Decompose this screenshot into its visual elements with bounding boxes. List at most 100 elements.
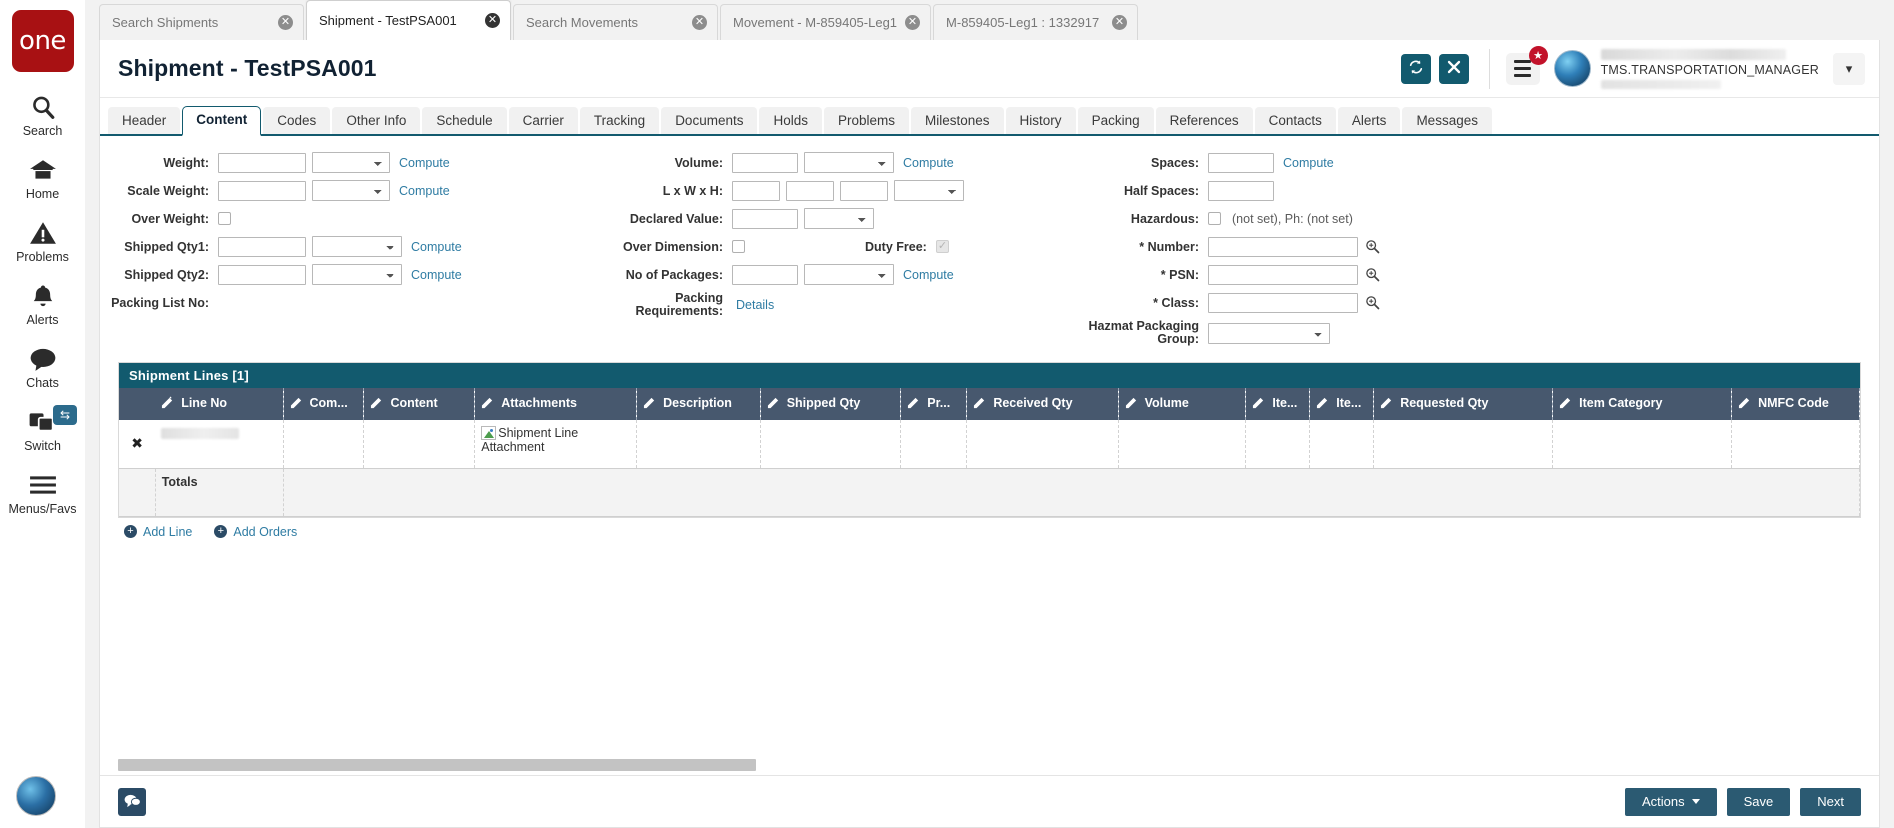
sidebar-item-chats[interactable]: Chats [0,344,85,390]
scale-weight-input[interactable] [218,180,306,201]
magnifier-icon[interactable] [1364,295,1380,311]
delete-x-icon[interactable]: ✖ [131,435,143,451]
next-button[interactable]: Next [1800,787,1861,816]
sidebar-item-home[interactable]: Home [0,155,85,201]
hazmat-number-input[interactable] [1208,236,1358,257]
tab-holds[interactable]: Holds [759,107,822,134]
volume-input[interactable] [732,152,798,173]
close-button[interactable] [1438,53,1469,84]
magnifier-icon[interactable] [1364,267,1380,283]
weight-uom-select[interactable] [312,152,390,173]
shipped-qty1-input[interactable] [218,236,306,257]
hazardous-checkbox[interactable] [1208,212,1221,225]
weight-compute-link[interactable]: Compute [399,156,450,170]
no-of-packages-uom-select[interactable] [804,264,894,285]
shipped-qty2-uom-select[interactable] [312,264,402,285]
spaces-input[interactable] [1208,152,1274,173]
column-item-category[interactable]: Item Category [1552,388,1733,420]
close-icon[interactable]: ✕ [692,15,707,30]
hazmat-psn-input[interactable] [1208,264,1358,285]
refresh-button[interactable] [1400,53,1431,84]
hazmat-class-input[interactable] [1208,292,1358,313]
tab-tracking[interactable]: Tracking [579,107,660,134]
cell-pr[interactable] [900,420,968,469]
declared-value-input[interactable] [732,208,798,229]
spaces-compute-link[interactable]: Compute [1283,156,1334,170]
rail-avatar[interactable] [16,776,56,816]
sidebar-item-menus-favs[interactable]: Menus/Favs [0,470,85,516]
tab-header[interactable]: Header [108,107,181,134]
horizontal-scrollbar[interactable] [118,759,1861,771]
close-icon[interactable]: ✕ [485,13,500,28]
column-shipped-qty[interactable]: Shipped Qty [760,388,902,420]
browser-tab-search-shipments[interactable]: Search Shipments ✕ [99,4,304,40]
declared-currency-select[interactable] [804,208,874,229]
save-button[interactable]: Save [1726,787,1791,816]
shipped-qty1-compute-link[interactable]: Compute [411,240,462,254]
tab-alerts[interactable]: Alerts [1337,107,1401,134]
column-received-qty[interactable]: Received Qty [966,388,1119,420]
browser-tab-search-movements[interactable]: Search Movements ✕ [513,4,718,40]
volume-compute-link[interactable]: Compute [903,156,954,170]
column-nmfc-code[interactable]: NMFC Code [1731,388,1860,420]
weight-input[interactable] [218,152,306,173]
cell-ite-1[interactable] [1245,420,1311,469]
lwh-uom-select[interactable] [894,180,964,201]
switch-badge-icon[interactable]: ⇆ [53,405,77,425]
column-pr[interactable]: Pr... [900,388,968,420]
chat-button[interactable] [118,787,146,816]
length-input[interactable] [732,180,780,201]
table-row[interactable]: ✖ Shipment Line Attachment [119,420,1860,469]
tab-packing[interactable]: Packing [1077,107,1154,134]
cell-attachments[interactable]: Shipment Line Attachment [474,420,638,469]
cell-shipped-qty[interactable] [760,420,902,469]
cell-ite-2[interactable] [1309,420,1375,469]
packing-requirements-details-link[interactable]: Details [736,298,774,312]
cell-requested-qty[interactable] [1373,420,1554,469]
magnifier-icon[interactable] [1364,239,1380,255]
cell-description[interactable] [636,420,761,469]
hazmat-packaging-group-select[interactable] [1208,322,1330,344]
chevron-down-icon[interactable]: ▾ [1833,52,1865,85]
tab-carrier[interactable]: Carrier [508,107,578,134]
shipped-qty2-compute-link[interactable]: Compute [411,268,462,282]
cell-content[interactable] [363,420,476,469]
browser-tab-m859405-1332917[interactable]: M-859405-Leg1 : 1332917 ✕ [933,4,1139,40]
column-description[interactable]: Description [636,388,761,420]
scale-weight-uom-select[interactable] [312,180,390,201]
browser-tab-shipment-testpsa001[interactable]: Shipment - TestPSA001 ✕ [306,0,511,43]
tab-documents[interactable]: Documents [661,107,758,134]
one-logo[interactable]: one [11,10,74,72]
cell-com[interactable] [283,420,365,469]
column-requested-qty[interactable]: Requested Qty [1373,388,1554,420]
close-icon[interactable]: ✕ [905,15,921,30]
sidebar-item-alerts[interactable]: Alerts [0,281,85,327]
column-attachments[interactable]: Attachments [474,388,638,420]
tab-references[interactable]: References [1155,107,1253,134]
cell-volume[interactable] [1118,420,1247,469]
add-orders-button[interactable]: + Add Orders [214,525,297,539]
scrollbar-thumb[interactable] [118,759,756,771]
cell-line-no[interactable] [155,420,284,469]
close-icon[interactable]: ✕ [278,15,293,30]
no-of-packages-compute-link[interactable]: Compute [903,268,954,282]
column-line-no[interactable]: Line No [155,388,284,420]
sidebar-item-search[interactable]: Search [0,92,85,138]
cell-item-category[interactable] [1552,420,1733,469]
half-spaces-input[interactable] [1208,180,1274,201]
tab-messages[interactable]: Messages [1402,107,1492,134]
sidebar-item-switch[interactable]: ⇆ Switch [0,405,85,453]
tab-problems[interactable]: Problems [823,107,910,134]
tab-milestones[interactable]: Milestones [911,107,1004,134]
sidebar-item-problems[interactable]: Problems [0,218,85,264]
column-ite-2[interactable]: Ite... [1309,388,1375,420]
tab-contacts[interactable]: Contacts [1254,107,1336,134]
tab-content[interactable]: Content [182,106,262,136]
tab-schedule[interactable]: Schedule [422,107,507,134]
actions-button[interactable]: Actions [1624,787,1717,816]
tab-codes[interactable]: Codes [263,107,331,134]
height-input[interactable] [840,180,888,201]
over-weight-checkbox[interactable] [218,212,231,225]
column-com[interactable]: Com... [283,388,365,420]
cell-received-qty[interactable] [966,420,1119,469]
